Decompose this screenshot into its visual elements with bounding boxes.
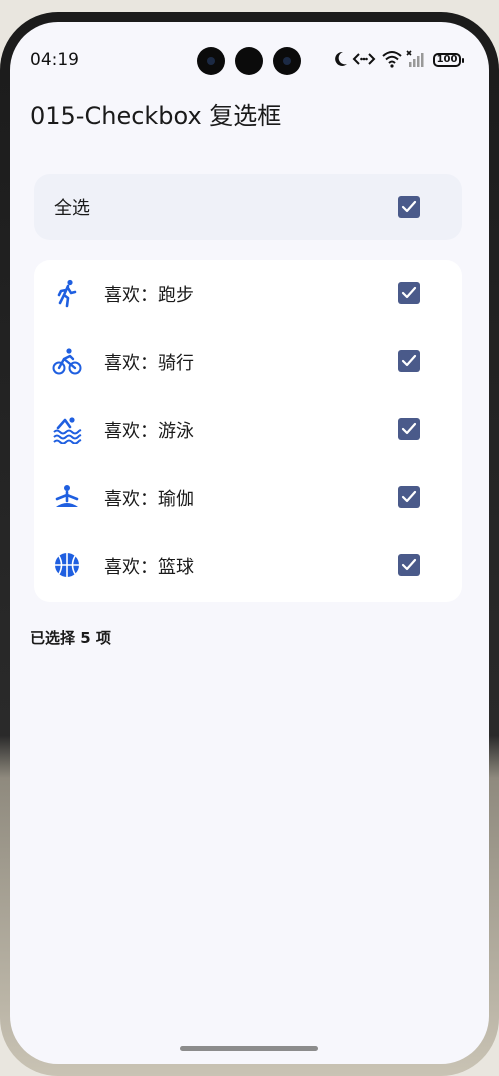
swimming-icon: [53, 417, 82, 444]
list-item-label: 喜欢：瑜伽: [104, 489, 194, 510]
home-indicator[interactable]: [180, 1046, 318, 1051]
yoga-checkbox[interactable]: [398, 486, 420, 508]
running-icon: [57, 279, 77, 308]
checkmark-icon: [401, 558, 417, 571]
list-item-label: 喜欢：篮球: [104, 557, 194, 578]
list-item-label: 喜欢：游泳: [104, 421, 194, 442]
checkmark-icon: [401, 422, 417, 435]
moon-icon: [335, 51, 347, 66]
selection-count: 已选择 5 项: [30, 629, 111, 647]
running-checkbox[interactable]: [398, 282, 420, 304]
cycling-icon: [52, 348, 82, 375]
checkmark-icon: [401, 354, 417, 367]
list-item-yoga[interactable]: 喜欢：瑜伽: [34, 464, 462, 532]
status-bar: 04:19 100: [10, 22, 489, 98]
camera-cutout: [273, 47, 301, 75]
signal-icon: [406, 50, 424, 67]
page-title: 015-Checkbox 复选框: [30, 102, 282, 130]
checkmark-icon: [401, 286, 417, 299]
list-item-cycling[interactable]: 喜欢：骑行: [34, 328, 462, 396]
basketball-checkbox[interactable]: [398, 554, 420, 576]
checkmark-icon: [401, 200, 417, 213]
data-transfer-icon: [352, 53, 376, 65]
basketball-icon: [55, 553, 79, 577]
select-all-label: 全选: [54, 198, 90, 219]
select-all-checkbox[interactable]: [398, 196, 420, 218]
wifi-icon: [382, 51, 402, 68]
cycling-checkbox[interactable]: [398, 350, 420, 372]
battery-icon: 100: [433, 53, 464, 67]
app-screen: 04:19 100 015-Checkbox 复选框 全选 喜欢：跑步 喜欢：骑…: [10, 22, 489, 1064]
swimming-checkbox[interactable]: [398, 418, 420, 440]
camera-cutout: [235, 47, 263, 75]
list-item-running[interactable]: 喜欢：跑步: [34, 260, 462, 328]
select-all-row[interactable]: 全选: [34, 174, 462, 240]
list-item-swimming[interactable]: 喜欢：游泳: [34, 396, 462, 464]
camera-cutout: [197, 47, 225, 75]
yoga-icon: [55, 485, 79, 507]
list-item-basketball[interactable]: 喜欢：篮球: [34, 532, 462, 600]
list-item-label: 喜欢：骑行: [104, 353, 194, 374]
hobby-list: 喜欢：跑步 喜欢：骑行 喜欢：游泳 喜欢：瑜伽 喜欢：篮球: [34, 260, 462, 602]
list-item-label: 喜欢：跑步: [104, 285, 194, 306]
checkmark-icon: [401, 490, 417, 503]
status-time: 04:19: [30, 50, 79, 70]
